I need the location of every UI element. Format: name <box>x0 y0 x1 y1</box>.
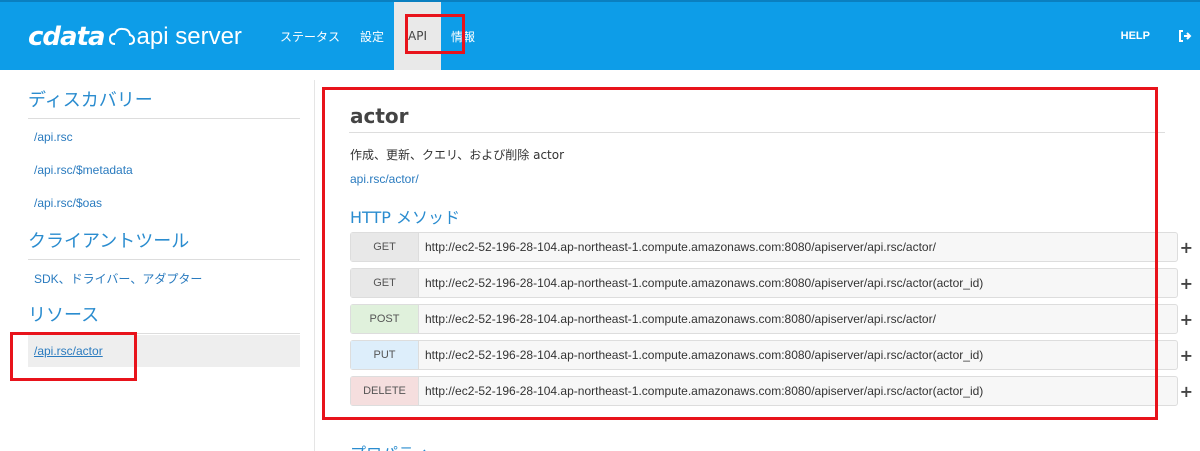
method-row-post[interactable]: POST http://ec2-52-196-28-104.ap-northea… <box>350 304 1193 334</box>
resource-description: 作成、更新、クエリ、および削除 actor <box>350 148 565 162</box>
method-badge: POST <box>351 305 419 333</box>
brand-logo-text: cdata <box>28 22 106 52</box>
method-url: http://ec2-52-196-28-104.ap-northeast-1.… <box>425 240 936 254</box>
sidebar-link-api-rsc[interactable]: /api.rsc <box>34 130 73 144</box>
method-row-get-list[interactable]: GET http://ec2-52-196-28-104.ap-northeas… <box>350 232 1193 262</box>
method-url: http://ec2-52-196-28-104.ap-northeast-1.… <box>425 384 984 398</box>
sidebar-link-actor[interactable]: /api.rsc/actor <box>28 335 300 367</box>
cloud-icon <box>108 27 135 45</box>
resource-panel: actor 作成、更新、クエリ、および削除 actor api.rsc/acto… <box>314 80 1200 451</box>
method-row-get-by-id[interactable]: GET http://ec2-52-196-28-104.ap-northeas… <box>350 268 1193 298</box>
method-url: http://ec2-52-196-28-104.ap-northeast-1.… <box>425 276 984 290</box>
http-methods-heading: HTTP メソッド <box>350 208 461 227</box>
nav-right: HELP <box>1121 2 1200 70</box>
method-url: http://ec2-52-196-28-104.ap-northeast-1.… <box>425 348 984 362</box>
brand-logo[interactable]: cdata api server <box>28 22 242 52</box>
nav-item-api[interactable]: API <box>394 2 442 70</box>
sidebar-heading-discovery: ディスカバリー <box>28 86 300 119</box>
sidebar-heading-resources: リソース <box>28 301 300 334</box>
method-row-put[interactable]: PUT http://ec2-52-196-28-104.ap-northeas… <box>350 340 1193 370</box>
top-navbar: cdata api server ステータス 設定 API 情報 HELP <box>0 0 1200 70</box>
expand-plus-icon[interactable]: + <box>1180 382 1193 401</box>
method-badge: PUT <box>351 341 419 369</box>
sidebar-link-sdk[interactable]: SDK、ドライバー、アダプター <box>34 270 202 287</box>
expand-plus-icon[interactable]: + <box>1180 274 1193 293</box>
method-badge: GET <box>351 269 419 297</box>
nav-item-settings[interactable]: 設定 <box>350 2 394 70</box>
resource-path-link[interactable]: api.rsc/actor/ <box>350 172 419 186</box>
title-divider <box>349 132 1165 133</box>
method-badge: GET <box>351 233 419 261</box>
brand-product-name: api server <box>136 23 242 50</box>
expand-plus-icon[interactable]: + <box>1180 346 1193 365</box>
logout-icon[interactable] <box>1178 29 1192 43</box>
nav-item-info[interactable]: 情報 <box>441 2 485 70</box>
method-url: http://ec2-52-196-28-104.ap-northeast-1.… <box>425 312 936 326</box>
resource-title: actor <box>350 104 409 128</box>
sidebar-heading-client-tools: クライアントツール <box>28 227 300 260</box>
method-row-delete[interactable]: DELETE http://ec2-52-196-28-104.ap-north… <box>350 376 1193 406</box>
properties-heading: プロパティ <box>350 440 429 451</box>
method-badge: DELETE <box>351 377 419 405</box>
nav-item-status[interactable]: ステータス <box>270 2 350 70</box>
sidebar-link-metadata[interactable]: /api.rsc/$metadata <box>34 163 133 177</box>
help-link[interactable]: HELP <box>1121 30 1150 42</box>
main-nav: ステータス 設定 API 情報 <box>270 2 485 70</box>
sidebar-link-oas[interactable]: /api.rsc/$oas <box>34 196 102 210</box>
expand-plus-icon[interactable]: + <box>1180 238 1193 257</box>
expand-plus-icon[interactable]: + <box>1180 310 1193 329</box>
